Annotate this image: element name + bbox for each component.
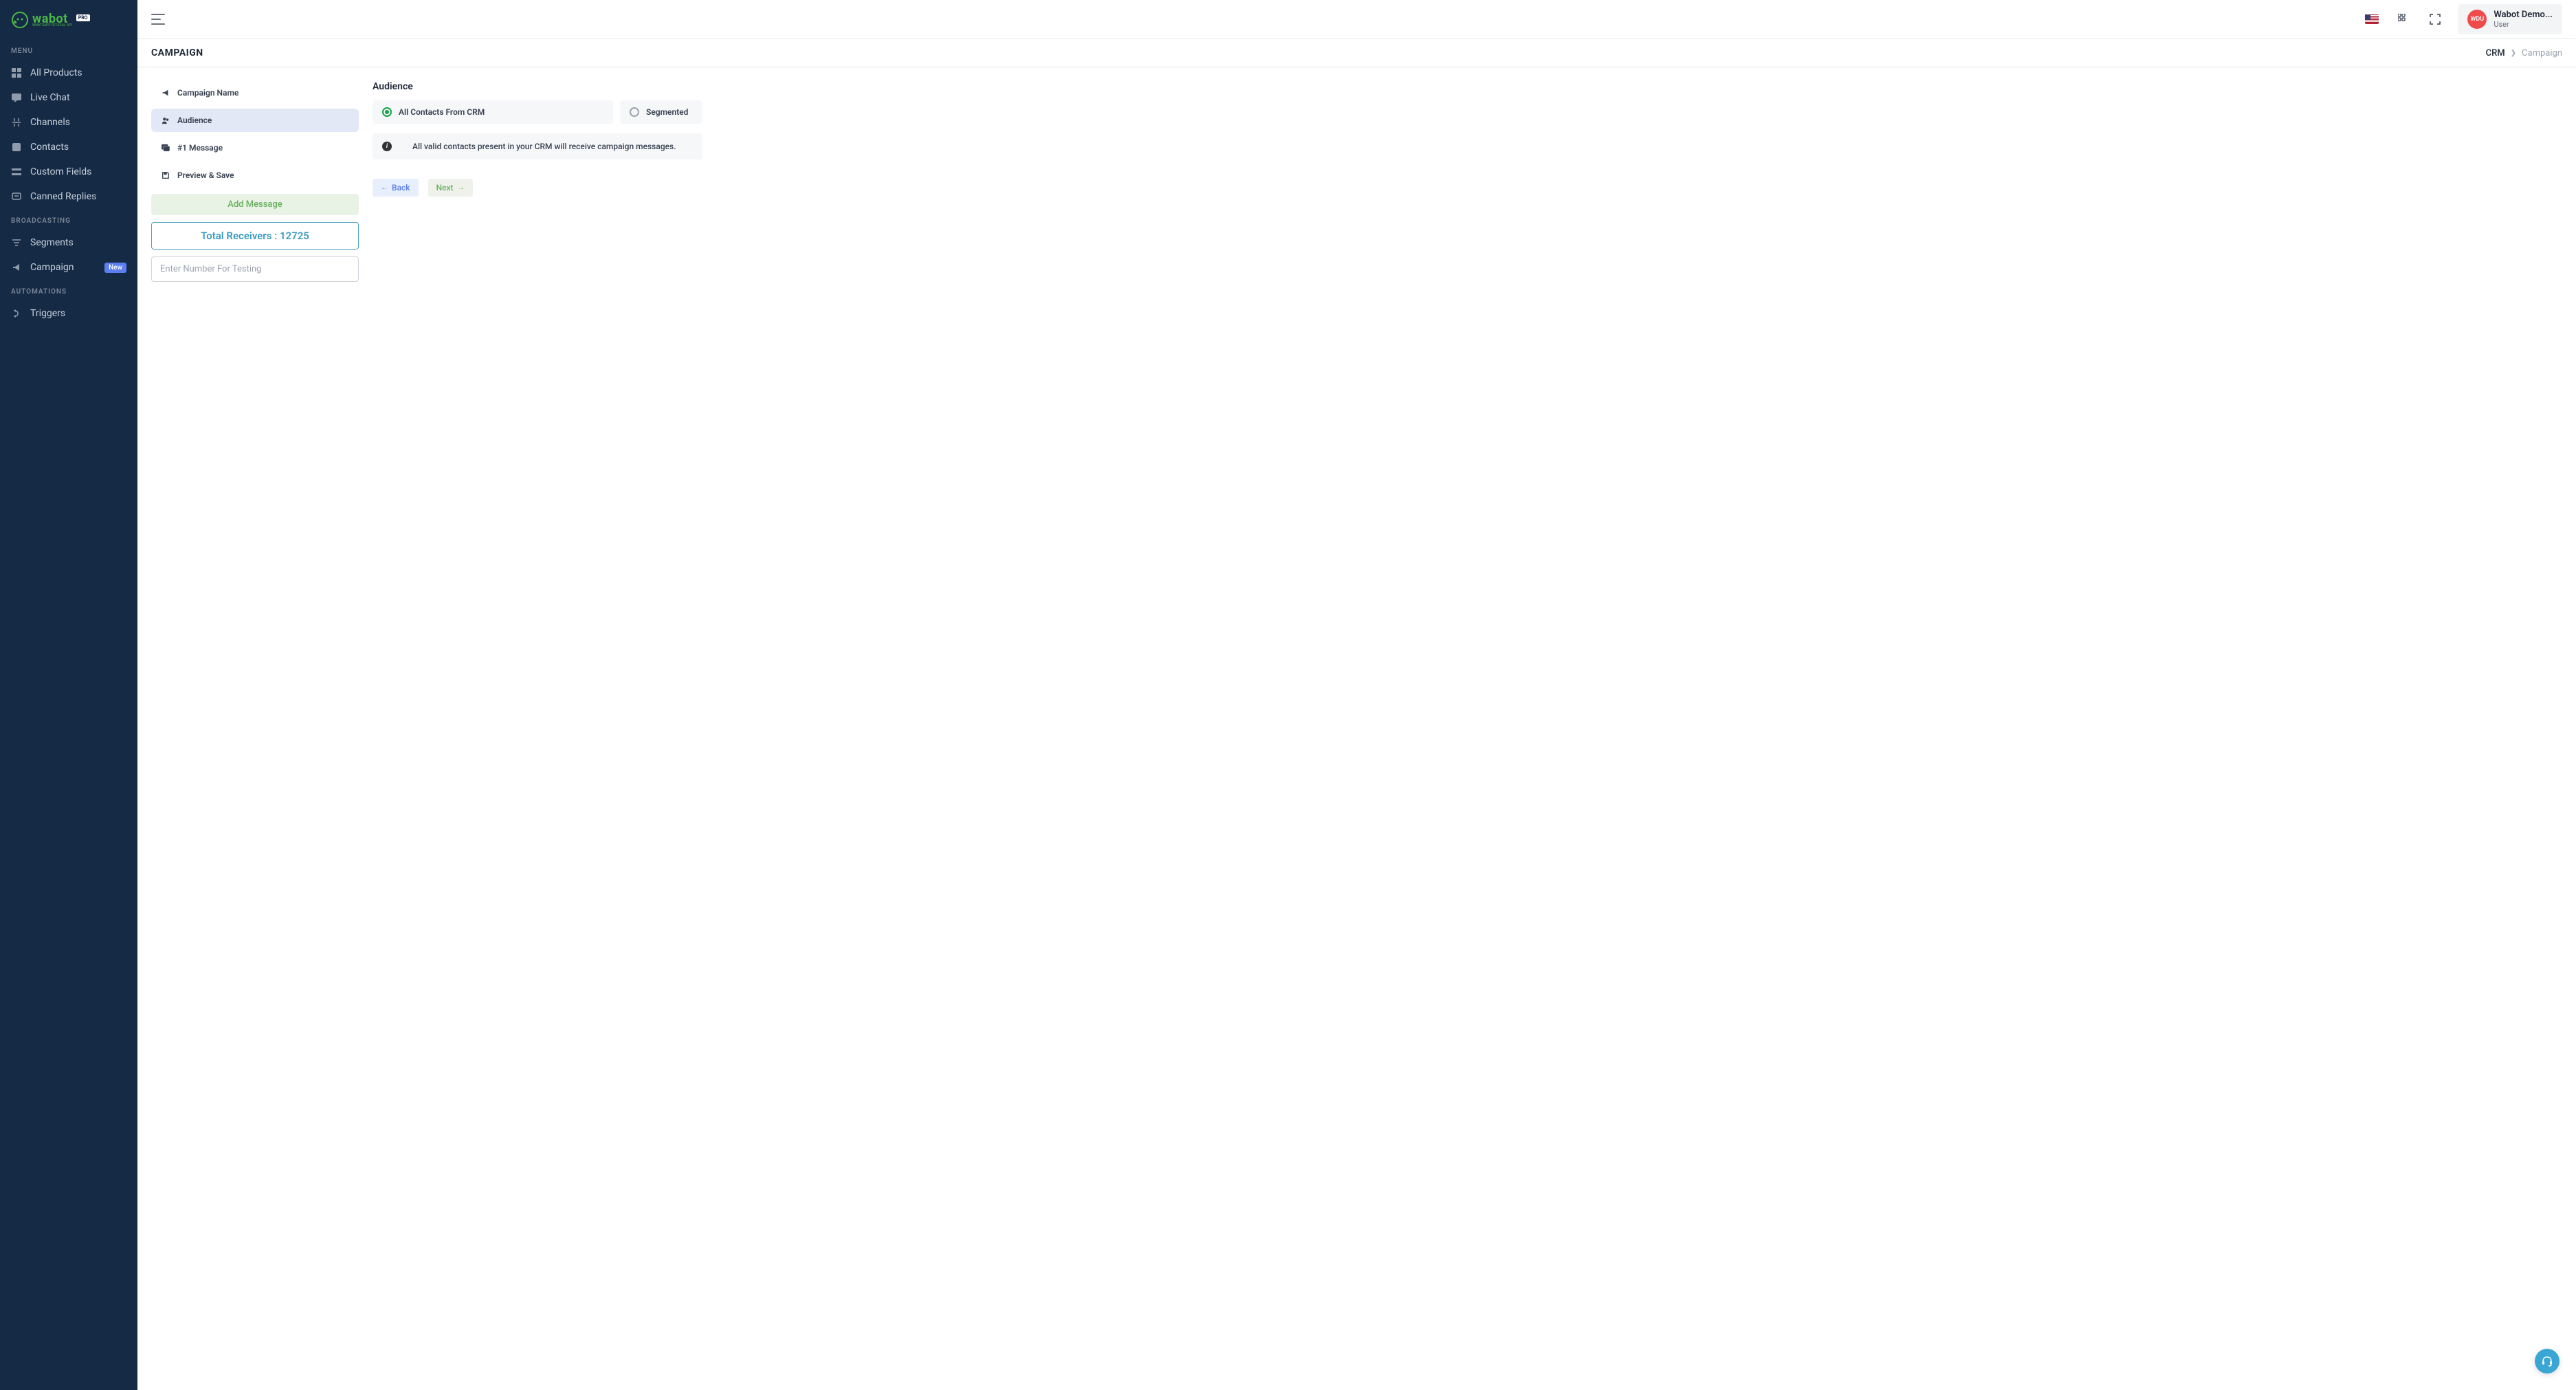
breadcrumb-current: Campaign [2522,48,2562,58]
logo-area: wabot WHATSAPP OFFICIAL API PRO [0,0,137,39]
megaphone-icon [11,262,22,273]
sidebar-item-segments[interactable]: Segments [0,230,137,255]
radio-label: Segmented [646,107,688,117]
sidebar-item-label: Channels [30,117,70,128]
logo[interactable]: wabot WHATSAPP OFFICIAL API PRO [10,10,90,30]
info-text: All valid contacts present in your CRM w… [412,142,676,151]
triggers-icon [11,308,22,319]
back-button[interactable]: ← Back [373,179,419,197]
radio-all-contacts[interactable]: All Contacts From CRM [373,100,613,124]
sidebar-item-custom-fields[interactable]: Custom Fields [0,159,137,184]
sidebar-item-contacts[interactable]: Contacts [0,135,137,159]
avatar: WDU [2467,10,2487,29]
breadcrumb-bar: CAMPAIGN CRM ❯ Campaign [137,39,2576,67]
sidebar-item-label: Canned Replies [30,191,96,202]
next-button[interactable]: Next → [428,179,473,197]
step-message-1[interactable]: #1 Message [151,136,359,159]
total-receivers-label: Total Receivers : [201,230,277,242]
radio-segmented[interactable]: Segmented [620,100,702,124]
sidebar-item-canned-replies[interactable]: Canned Replies [0,184,137,209]
step-preview-save[interactable]: Preview & Save [151,164,359,187]
user-menu[interactable]: WDU Wabot Demo... User [2458,4,2562,35]
hamburger-icon[interactable] [151,14,165,25]
audience-panel: Audience All Contacts From CRM Segmented… [373,81,702,282]
total-receivers-box: Total Receivers : 12725 [151,222,359,250]
user-name: Wabot Demo... [2494,10,2553,21]
sidebar-item-label: All Products [30,67,82,78]
back-label: Back [392,183,410,192]
sidebar-item-all-products[interactable]: All Products [0,60,137,85]
sidebar-item-label: Contacts [30,142,69,153]
sidebar-item-label: Segments [30,237,74,248]
arrow-left-icon: ← [381,184,388,192]
grid-icon [11,67,22,78]
breadcrumb: CRM ❯ Campaign [2486,48,2562,58]
segments-icon [11,237,22,248]
radio-icon [630,107,639,117]
sidebar-section-automations: AUTOMATIONS [0,280,137,301]
help-fab[interactable] [2535,1349,2560,1374]
page-title: CAMPAIGN [151,47,203,58]
main: WDU Wabot Demo... User CAMPAIGN CRM ❯ Ca… [137,0,2576,1390]
sidebar-item-triggers[interactable]: Triggers [0,301,137,326]
sidebar-item-label: Campaign [30,262,74,273]
audience-title: Audience [373,81,702,92]
sidebar-item-label: Live Chat [30,92,70,103]
logo-subtitle: WHATSAPP OFFICIAL API [32,23,72,27]
step-label: #1 Message [177,143,223,153]
user-info: Wabot Demo... User [2494,10,2553,30]
step-label: Campaign Name [177,88,238,98]
test-number-input[interactable] [151,256,359,282]
chat-icon [11,92,22,103]
save-icon [161,170,170,180]
sidebar-item-label: Custom Fields [30,166,91,177]
total-receivers-count: 12725 [280,230,309,242]
sidebar: wabot WHATSAPP OFFICIAL API PRO MENU All… [0,0,137,1390]
radio-label: All Contacts From CRM [399,107,485,117]
megaphone-icon [161,88,170,98]
fields-icon [11,166,22,177]
steps-panel: Campaign Name Audience #1 Message Previe… [151,81,359,282]
apps-grid-icon[interactable] [2392,8,2415,31]
channels-icon [11,117,22,128]
info-icon: i [382,142,392,151]
step-label: Preview & Save [177,170,234,180]
logo-icon [10,10,30,30]
contacts-icon [11,142,22,153]
sidebar-section-menu: MENU [0,39,137,60]
fullscreen-icon[interactable] [2423,8,2447,31]
sidebar-item-campaign[interactable]: Campaign New [0,255,137,280]
sidebar-item-live-chat[interactable]: Live Chat [0,85,137,110]
sidebar-section-broadcasting: BROADCASTING [0,209,137,230]
audience-icon [161,115,170,125]
message-icon [161,143,170,153]
step-label: Audience [177,115,212,125]
sidebar-item-label: Triggers [30,308,65,319]
chevron-right-icon: ❯ [2511,49,2516,57]
next-label: Next [436,183,454,192]
content: Campaign Name Audience #1 Message Previe… [137,67,2576,296]
step-audience[interactable]: Audience [151,109,359,132]
step-campaign-name[interactable]: Campaign Name [151,81,359,104]
user-role: User [2494,20,2553,29]
header: WDU Wabot Demo... User [137,0,2576,39]
headset-icon [2541,1355,2553,1367]
add-message-button[interactable]: Add Message [151,194,359,215]
logo-pro-badge: PRO [76,14,90,21]
nav-buttons: ← Back Next → [373,179,702,197]
audience-options: All Contacts From CRM Segmented [373,100,702,124]
arrow-right-icon: → [458,184,465,192]
breadcrumb-root[interactable]: CRM [2486,48,2505,58]
sidebar-item-channels[interactable]: Channels [0,110,137,135]
new-badge: New [104,263,126,273]
language-flag-icon[interactable] [2360,8,2384,31]
radio-icon [382,107,392,117]
canned-icon [11,191,22,202]
info-box: i All valid contacts present in your CRM… [373,133,702,159]
